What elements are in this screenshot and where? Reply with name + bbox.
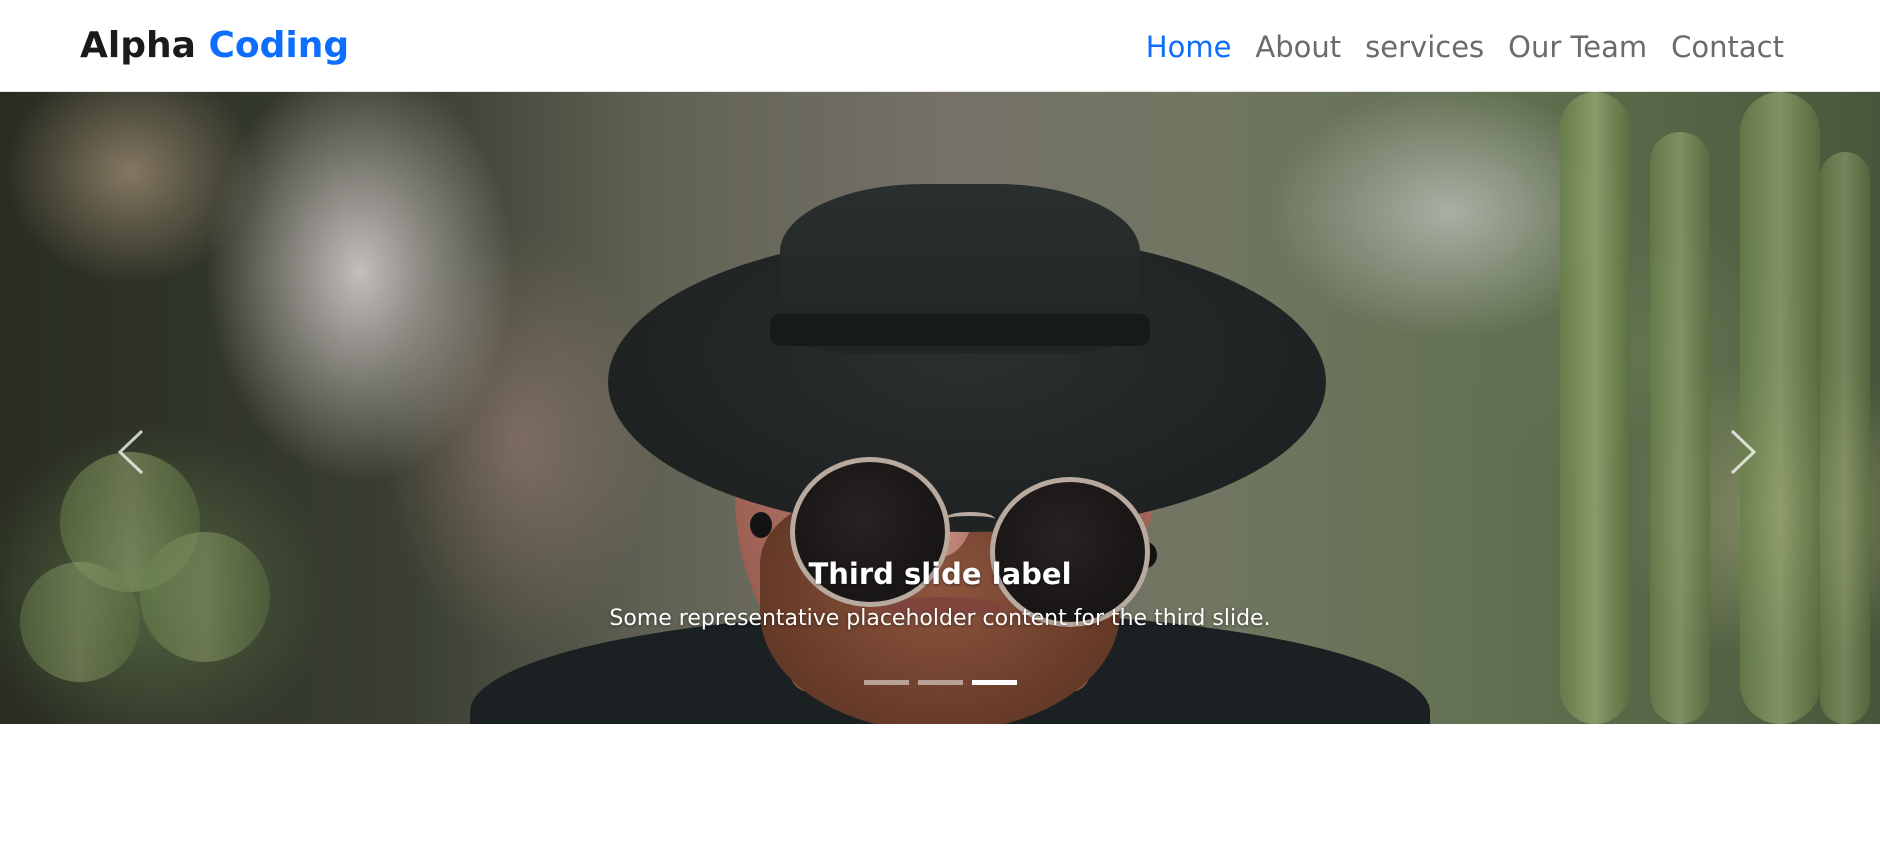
navbar: Alpha Coding Home About services Our Tea… xyxy=(0,0,1880,92)
carousel-indicator-1[interactable] xyxy=(863,680,909,685)
caption-title: Third slide label xyxy=(808,557,1072,591)
carousel-prev-button[interactable] xyxy=(96,412,166,492)
carousel-indicator-3[interactable] xyxy=(971,680,1017,685)
nav-link-about[interactable]: About xyxy=(1255,28,1341,66)
carousel-indicators xyxy=(0,680,1880,685)
main-nav: Home About services Our Team Contact xyxy=(1146,28,1784,66)
brand-name-accent: Coding xyxy=(208,25,350,66)
brand-name-primary: Alpha xyxy=(80,25,196,66)
chevron-left-icon xyxy=(117,429,144,475)
carousel-next-button[interactable] xyxy=(1708,412,1778,492)
caption-text: Some representative placeholder content … xyxy=(609,606,1271,631)
carousel-indicator-2[interactable] xyxy=(917,680,963,685)
nav-link-home[interactable]: Home xyxy=(1146,28,1232,66)
nav-link-contact[interactable]: Contact xyxy=(1671,28,1784,66)
brand-logo[interactable]: Alpha Coding xyxy=(80,24,349,68)
hero-carousel: Third slide label Some representative pl… xyxy=(0,92,1880,724)
nav-link-services[interactable]: services xyxy=(1365,28,1484,66)
chevron-right-icon xyxy=(1730,429,1757,475)
slide-caption: Third slide label Some representative pl… xyxy=(0,554,1880,634)
nav-link-our-team[interactable]: Our Team xyxy=(1508,28,1647,66)
